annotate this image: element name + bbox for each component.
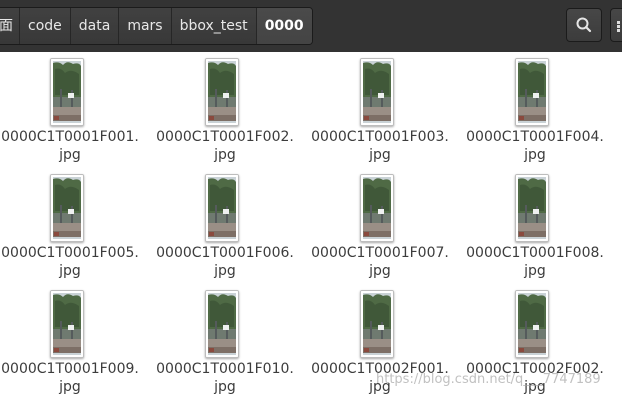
file-item[interactable]: 0000C1T0001F009.jpg	[0, 284, 140, 396]
file-item[interactable]: 0000C1T0001F006.jpg	[155, 168, 295, 280]
image-thumbnail-icon	[51, 175, 83, 241]
search-icon	[576, 17, 592, 33]
image-thumbnail-icon	[206, 291, 238, 357]
file-thumbnail[interactable]	[360, 290, 394, 358]
image-thumbnail-icon	[361, 291, 393, 357]
image-thumbnail-icon	[51, 291, 83, 357]
file-item[interactable]: 0000C1T0001F003.jpg	[310, 52, 450, 164]
watermark: https://blog.csdn.net/q___7747189	[376, 372, 601, 387]
search-button[interactable]	[566, 8, 602, 42]
file-name[interactable]: 0000C1T0001F009.jpg	[0, 360, 140, 396]
file-name[interactable]: 0000C1T0001F008.jpg	[465, 244, 605, 280]
file-item[interactable]: 0000C1T0001F007.jpg	[310, 168, 450, 280]
menu-button[interactable]	[610, 8, 622, 42]
file-thumbnail[interactable]	[50, 58, 84, 126]
image-thumbnail-icon	[206, 59, 238, 125]
breadcrumb-mars[interactable]: mars	[119, 8, 172, 44]
file-thumbnail[interactable]	[515, 290, 549, 358]
file-thumbnail[interactable]	[50, 290, 84, 358]
menu-icon	[617, 21, 620, 32]
file-name[interactable]: 0000C1T0001F007.jpg	[310, 244, 450, 280]
file-name[interactable]: 0000C1T0001F010.jpg	[155, 360, 295, 396]
image-thumbnail-icon	[361, 59, 393, 125]
image-thumbnail-icon	[206, 175, 238, 241]
file-item[interactable]: 0000C1T0001F005.jpg	[0, 168, 140, 280]
breadcrumb-data[interactable]: data	[70, 8, 120, 44]
file-thumbnail[interactable]	[205, 58, 239, 126]
breadcrumb-code[interactable]: code	[20, 8, 71, 44]
file-name[interactable]: 0000C1T0001F004.jpg	[465, 128, 605, 164]
file-item[interactable]: 0000C1T0001F008.jpg	[465, 168, 605, 280]
file-thumbnail[interactable]	[360, 58, 394, 126]
file-item[interactable]: 0000C1T0001F002.jpg	[155, 52, 295, 164]
file-name[interactable]: 0000C1T0001F001.jpg	[0, 128, 140, 164]
file-thumbnail[interactable]	[515, 174, 549, 242]
file-thumbnail[interactable]	[205, 290, 239, 358]
file-name[interactable]: 0000C1T0001F002.jpg	[155, 128, 295, 164]
image-thumbnail-icon	[361, 175, 393, 241]
breadcrumb: 面 code data mars bbox_test 0000	[0, 7, 313, 45]
file-name[interactable]: 0000C1T0001F006.jpg	[155, 244, 295, 280]
file-thumbnail[interactable]	[205, 174, 239, 242]
image-thumbnail-icon	[516, 175, 548, 241]
file-thumbnail[interactable]	[50, 174, 84, 242]
image-thumbnail-icon	[516, 59, 548, 125]
file-name[interactable]: 0000C1T0001F003.jpg	[310, 128, 450, 164]
file-thumbnail[interactable]	[360, 174, 394, 242]
breadcrumb-bbox-test[interactable]: bbox_test	[171, 8, 257, 44]
file-item[interactable]: 0000C1T0001F001.jpg	[0, 52, 140, 164]
file-grid: 0000C1T0001F001.jpg 0000C1T0001F002.jpg	[0, 52, 622, 400]
breadcrumb-current-folder[interactable]: 0000	[256, 8, 312, 44]
file-item[interactable]: 0000C1T0001F004.jpg	[465, 52, 605, 164]
file-name[interactable]: 0000C1T0001F005.jpg	[0, 244, 140, 280]
file-item[interactable]: 0000C1T0001F010.jpg	[155, 284, 295, 396]
image-thumbnail-icon	[516, 291, 548, 357]
file-thumbnail[interactable]	[515, 58, 549, 126]
header-bar: 面 code data mars bbox_test 0000	[0, 0, 622, 52]
breadcrumb-desktop[interactable]: 面	[0, 8, 20, 44]
image-thumbnail-icon	[51, 59, 83, 125]
